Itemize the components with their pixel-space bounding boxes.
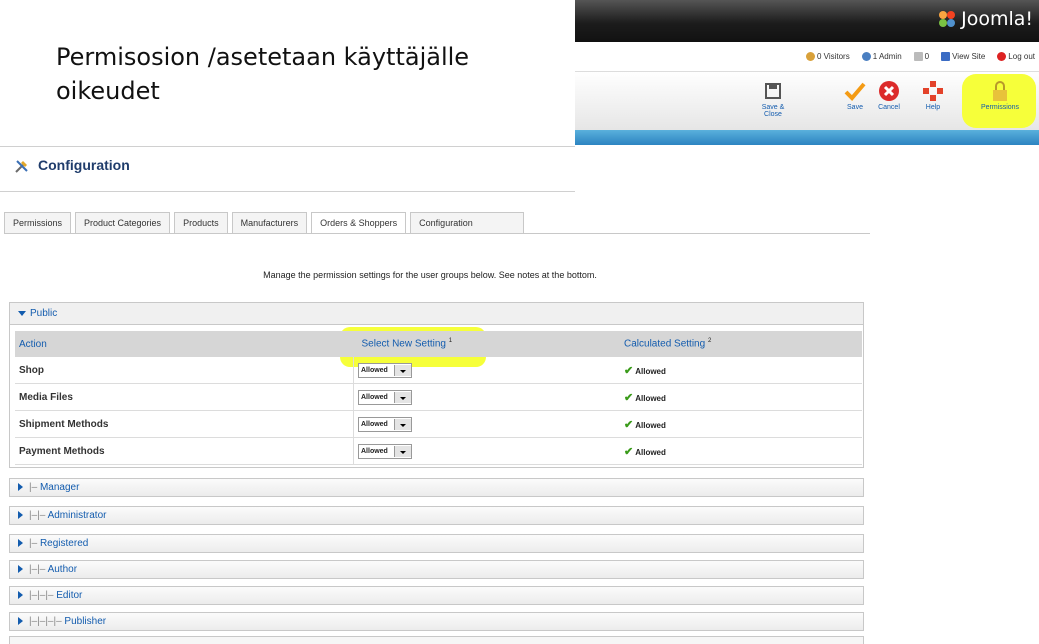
slide-title-line1: Permisosion /asetetaan käyttäjälle — [56, 43, 470, 71]
setting-select[interactable]: Allowed — [358, 389, 412, 405]
table-row: Payment Methods Allowed ✔ Allowed — [15, 437, 862, 465]
group-manager[interactable]: |– Manager — [9, 478, 864, 497]
monitor-icon — [941, 52, 951, 62]
action-cell: Shipment Methods — [15, 410, 354, 438]
setting-select[interactable]: Allowed — [358, 362, 412, 378]
permissions-button[interactable]: Permissions — [972, 78, 1028, 111]
action-cell: Payment Methods — [15, 437, 354, 465]
slide-title: Permisosion /asetetaan käyttäjälle oikeu… — [56, 40, 556, 108]
cancel-button[interactable]: Cancel — [868, 78, 910, 111]
dropdown-arrow-icon — [393, 418, 411, 430]
expand-right-icon — [18, 483, 23, 492]
help-button[interactable]: Help — [912, 78, 954, 111]
save-close-button[interactable]: Save & Close — [752, 78, 794, 118]
action-header: Action — [15, 331, 354, 357]
admin-status[interactable]: 1 Admin — [861, 52, 902, 62]
messages-status[interactable]: 0 — [913, 52, 929, 62]
lock-icon — [993, 81, 1007, 101]
calculated-cell: ✔ Allowed — [620, 357, 862, 384]
table-header-row: Action Select New Setting 1 Calculated S… — [15, 331, 862, 357]
setting-cell: Allowed — [353, 410, 620, 438]
tab-orders-shoppers[interactable]: Orders & Shoppers — [311, 212, 407, 234]
setting-cell: Allowed — [353, 437, 620, 465]
expand-right-icon — [18, 591, 23, 600]
header-blue-strip — [575, 130, 1039, 145]
group-publisher[interactable]: |–|–|–|– Publisher — [9, 612, 864, 631]
dropdown-arrow-icon — [393, 445, 411, 457]
tab-products[interactable]: Products — [174, 212, 228, 234]
joomla-logo-icon — [939, 11, 956, 27]
dropdown-arrow-icon — [393, 391, 411, 403]
group-registered[interactable]: |– Registered — [9, 534, 864, 553]
dropdown-arrow-icon — [393, 364, 411, 376]
logout-link[interactable]: Log out — [997, 52, 1035, 62]
tab-manufacturers[interactable]: Manufacturers — [231, 212, 308, 234]
checkmark-icon — [844, 82, 866, 101]
check-icon: ✔ — [624, 364, 634, 377]
expand-right-icon — [18, 511, 23, 520]
public-group-header[interactable]: Public — [10, 303, 863, 325]
joomla-logo-text: Joomla! — [961, 8, 1033, 30]
calculated-setting-header: Calculated Setting 2 — [620, 331, 862, 357]
calculated-cell: ✔ Allowed — [620, 383, 862, 411]
group-author[interactable]: |–|– Author — [9, 560, 864, 579]
page-title: Configuration — [38, 157, 130, 173]
table-row: Shop Allowed ✔ Allowed — [15, 357, 862, 384]
tab-configuration[interactable]: Configuration — [410, 212, 524, 234]
calculated-cell: ✔ Allowed — [620, 410, 862, 438]
expand-down-icon — [18, 310, 26, 316]
check-icon: ✔ — [624, 391, 634, 404]
check-icon: ✔ — [624, 418, 634, 431]
joomla-top-bar: Joomla! — [575, 0, 1039, 42]
mail-icon — [913, 52, 923, 62]
tab-bar: Permissions Product Categories Products … — [4, 212, 528, 234]
status-bar: 0 Visitors 1 Admin 0 View Site Log out — [575, 42, 1039, 72]
setting-select[interactable]: Allowed — [358, 416, 412, 432]
user-icon — [861, 52, 871, 62]
setting-cell: Allowed — [353, 357, 620, 384]
users-icon — [805, 52, 815, 62]
action-cell: Media Files — [15, 383, 354, 411]
permission-notes-text: Manage the permission settings for the u… — [263, 270, 597, 280]
expand-right-icon — [18, 565, 23, 574]
save-close-icon — [765, 83, 781, 99]
cancel-icon — [879, 81, 899, 101]
tab-divider — [4, 233, 870, 234]
table-row: Shipment Methods Allowed ✔ Allowed — [15, 410, 862, 438]
setting-select[interactable]: Allowed — [358, 443, 412, 459]
tools-icon — [14, 158, 30, 179]
joomla-logo[interactable]: Joomla! — [937, 8, 1033, 30]
group-next-partial — [9, 636, 864, 644]
check-icon: ✔ — [624, 445, 634, 458]
group-editor[interactable]: |–|–|– Editor — [9, 586, 864, 605]
help-icon — [923, 81, 943, 101]
view-site-link[interactable]: View Site — [941, 52, 985, 62]
visitors-status[interactable]: 0 Visitors — [805, 52, 850, 62]
slide-title-line2: oikeudet — [56, 77, 160, 105]
tab-permissions[interactable]: Permissions — [4, 212, 72, 234]
calculated-cell: ✔ Allowed — [620, 437, 862, 465]
permissions-table: Action Select New Setting 1 Calculated S… — [15, 331, 862, 465]
expand-right-icon — [18, 539, 23, 548]
action-cell: Shop — [15, 357, 354, 384]
tab-product-categories[interactable]: Product Categories — [75, 212, 171, 234]
select-new-setting-header: Select New Setting 1 — [353, 331, 620, 357]
table-row: Media Files Allowed ✔ Allowed — [15, 383, 862, 411]
expand-right-icon — [18, 617, 23, 626]
group-administrator[interactable]: |–|– Administrator — [9, 506, 864, 525]
power-icon — [997, 52, 1007, 62]
setting-cell: Allowed — [353, 383, 620, 411]
